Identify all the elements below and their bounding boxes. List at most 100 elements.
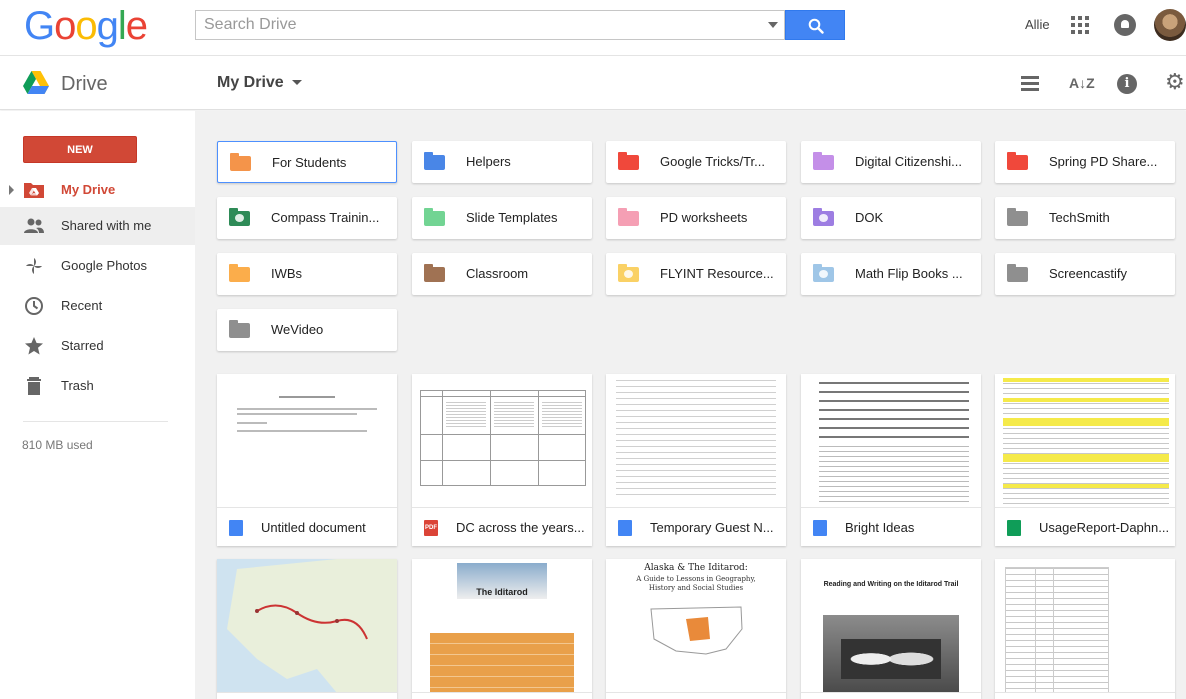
user-name[interactable]: Allie — [1025, 17, 1050, 32]
apps-grid-icon[interactable] — [1071, 16, 1089, 34]
folder-item[interactable]: Helpers — [412, 141, 592, 183]
list-view-icon[interactable] — [1021, 74, 1041, 94]
file-thumbnail — [217, 374, 397, 508]
sidebar-item-trash[interactable]: Trash — [0, 367, 195, 405]
folder-item[interactable]: TechSmith — [995, 197, 1175, 239]
folder-icon — [424, 264, 445, 282]
folder-name: Helpers — [466, 154, 511, 169]
sidebar-item-label: Google Photos — [61, 258, 148, 273]
folder-item[interactable]: For Students — [217, 141, 397, 183]
notifications-bell-icon[interactable] — [1114, 14, 1136, 36]
folder-icon — [229, 264, 250, 282]
folder-item[interactable]: Google Tricks/Tr... — [606, 141, 786, 183]
folder-icon — [424, 208, 445, 226]
folder-name: Digital Citizenshi... — [855, 154, 962, 169]
file-thumbnail — [606, 374, 786, 508]
folder-name: Classroom — [466, 266, 529, 281]
folder-name: Slide Templates — [466, 210, 558, 225]
google-drive-logo-icon[interactable] — [23, 71, 49, 94]
shared-folder-icon — [813, 208, 834, 226]
folder-item[interactable]: Digital Citizenshi... — [801, 141, 981, 183]
file-card[interactable]: Alaska & The Iditarod: A Guide to Lesson… — [606, 559, 786, 699]
file-card[interactable]: The Iditarod — [412, 559, 592, 699]
file-card[interactable]: UsageReport-Daphn... — [995, 374, 1175, 546]
folder-item[interactable]: DOK — [801, 197, 981, 239]
people-icon — [24, 218, 44, 233]
sidebar-item-label: Shared with me — [61, 218, 152, 233]
file-grid: For Students Helpers Google Tricks/Tr...… — [195, 111, 1186, 699]
thumbnail-title: Alaska & The Iditarod: — [644, 563, 748, 573]
folder-item[interactable]: PD worksheets — [606, 197, 786, 239]
doc-type-icon — [813, 520, 827, 536]
file-thumbnail — [801, 374, 981, 508]
new-button[interactable]: NEW — [23, 136, 137, 163]
file-card[interactable]: Untitled document — [217, 374, 397, 546]
search-options-chevron-down-icon[interactable] — [768, 22, 778, 28]
file-card[interactable]: PDF DC across the years... — [412, 374, 592, 546]
divider — [23, 421, 168, 422]
file-thumbnail: Reading and Writing on the Iditarod Trai… — [801, 559, 981, 693]
sidebar-item-label: Trash — [61, 378, 94, 393]
logo-letter: G — [24, 4, 55, 48]
sidebar-item-starred[interactable]: Starred — [0, 327, 195, 365]
location-dropdown[interactable]: My Drive — [217, 74, 302, 92]
file-name: UsageReport-Daphn... — [1039, 520, 1170, 535]
folder-icon — [1007, 264, 1028, 282]
sidebar-item-recent[interactable]: Recent — [0, 287, 195, 325]
file-card[interactable]: Reading and Writing on the Iditarod Trai… — [801, 559, 981, 699]
folder-icon — [230, 153, 251, 171]
trash-icon — [27, 377, 41, 395]
info-icon[interactable]: i — [1117, 74, 1137, 94]
folder-item[interactable]: Screencastify — [995, 253, 1175, 295]
photos-pinwheel-icon — [26, 258, 42, 274]
folder-item[interactable]: Slide Templates — [412, 197, 592, 239]
folder-icon — [618, 208, 639, 226]
pdf-type-icon: PDF — [424, 520, 438, 536]
settings-gear-icon[interactable]: ⚙ — [1165, 71, 1185, 93]
logo-letter: o — [75, 4, 97, 48]
google-logo[interactable]: Google — [24, 4, 148, 49]
sort-az-icon[interactable]: A↓Z — [1069, 75, 1095, 95]
folder-name: Spring PD Share... — [1049, 154, 1158, 169]
file-card[interactable] — [995, 559, 1175, 699]
file-thumbnail — [217, 559, 397, 693]
search-box[interactable] — [195, 10, 785, 40]
shared-person-icon — [624, 270, 633, 278]
folder-name: Compass Trainin... — [271, 210, 380, 225]
sidebar-item-my-drive[interactable]: My Drive — [0, 171, 195, 209]
folder-icon — [229, 320, 250, 338]
sidebar-item-shared-with-me[interactable]: Shared with me — [0, 207, 195, 245]
folder-item[interactable]: Spring PD Share... — [995, 141, 1175, 183]
file-thumbnail — [412, 374, 592, 508]
doc-type-icon — [229, 520, 243, 536]
search-input[interactable] — [196, 11, 756, 39]
app-title[interactable]: Drive — [61, 73, 108, 96]
top-bar: Google Allie — [0, 0, 1186, 56]
folder-icon — [1007, 208, 1028, 226]
folder-item[interactable]: WeVideo — [217, 309, 397, 351]
search-icon — [808, 18, 824, 34]
folder-item[interactable]: IWBs — [217, 253, 397, 295]
shared-person-icon — [819, 214, 828, 222]
file-thumbnail: The Iditarod — [412, 559, 592, 693]
sidebar-item-google-photos[interactable]: Google Photos — [0, 247, 195, 285]
file-thumbnail — [995, 374, 1175, 508]
folder-icon — [1007, 152, 1028, 170]
expand-arrow-icon[interactable] — [9, 185, 14, 195]
folder-item[interactable]: FLYINT Resource... — [606, 253, 786, 295]
folder-item[interactable]: Math Flip Books ... — [801, 253, 981, 295]
file-name: Untitled document — [261, 520, 366, 535]
thumbnail-title: Reading and Writing on the Iditarod Trai… — [823, 581, 959, 588]
logo-letter: g — [96, 4, 119, 48]
file-card[interactable] — [217, 559, 397, 699]
avatar[interactable] — [1154, 9, 1186, 41]
folder-item[interactable]: Classroom — [412, 253, 592, 295]
file-card[interactable]: Temporary Guest N... — [606, 374, 786, 546]
file-card[interactable]: Bright Ideas — [801, 374, 981, 546]
shared-folder-icon — [813, 264, 834, 282]
search-button[interactable] — [785, 10, 845, 40]
folder-icon — [424, 152, 445, 170]
file-thumbnail — [995, 559, 1175, 693]
logo-letter: o — [54, 4, 76, 48]
folder-item[interactable]: Compass Trainin... — [217, 197, 397, 239]
